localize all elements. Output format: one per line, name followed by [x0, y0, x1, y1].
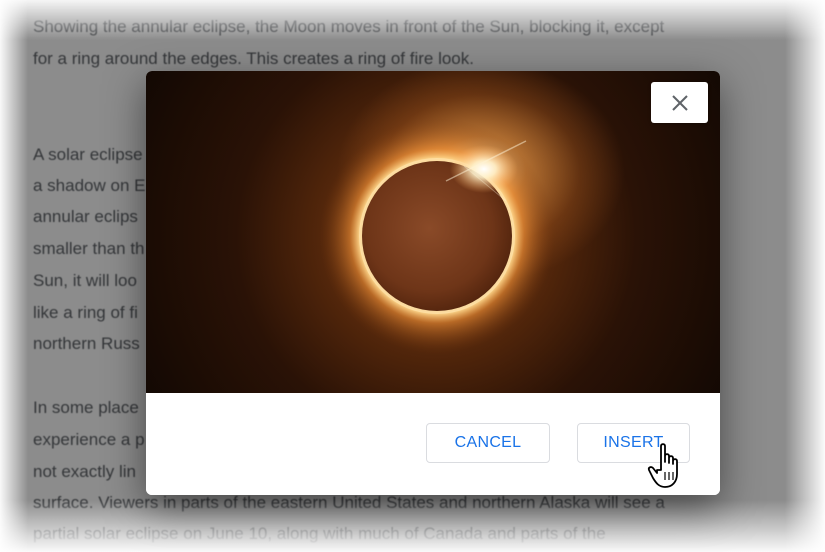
- screen: Showing the annular eclipse, the Moon mo…: [0, 0, 825, 552]
- eclipse-image: [146, 71, 720, 393]
- image-preview-dialog: CANCEL INSERT: [146, 71, 720, 495]
- close-button[interactable]: [651, 82, 708, 123]
- cancel-button[interactable]: CANCEL: [426, 423, 550, 463]
- hand-pointer-cursor-icon: [647, 443, 678, 488]
- close-icon: [671, 94, 688, 111]
- dialog-footer: CANCEL INSERT: [146, 393, 720, 495]
- eclipse-illustration: [319, 118, 555, 354]
